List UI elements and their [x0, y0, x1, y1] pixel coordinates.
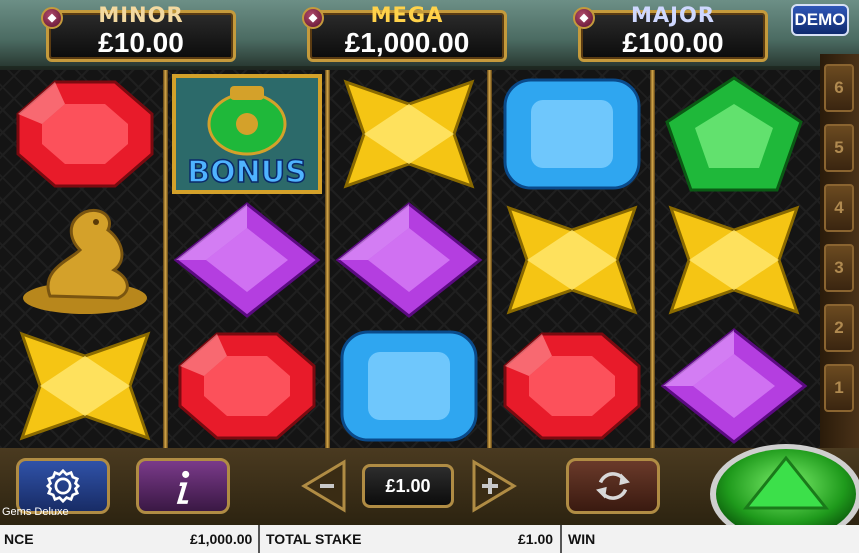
jackpot-minor: ◆ MINOR £10.00 — [41, 3, 236, 62]
plus-arrow-icon — [472, 459, 517, 513]
jackpot-major-title: MAJOR — [631, 3, 715, 27]
reel-divider — [163, 70, 168, 448]
autoplay-button[interactable] — [566, 458, 660, 514]
win-label: WIN — [568, 531, 596, 547]
yellow-gem-symbol — [334, 74, 484, 194]
jackpot-mega-value: £1,000.00 — [344, 27, 470, 58]
reel-grid: BONUS — [0, 70, 820, 448]
red-gem-symbol — [172, 326, 322, 446]
payline-indicator-column: 6 5 4 3 2 1 — [820, 54, 859, 454]
payline-marker-6: 6 — [824, 64, 854, 112]
info-separator — [258, 525, 260, 553]
balance-value: £1,000.00 — [190, 531, 253, 547]
info-button[interactable] — [136, 458, 230, 514]
jackpot-major-value: £100.00 — [622, 27, 724, 58]
decrease-stake-button[interactable] — [298, 458, 348, 514]
info-bar: NCE £1,000.00 TOTAL STAKE £1.00 WIN — [0, 525, 859, 553]
jackpot-mega-title: MEGA — [370, 3, 444, 27]
yellow-gem-symbol — [497, 200, 647, 320]
total-stake-label: TOTAL STAKE — [266, 531, 362, 547]
payline-marker-5: 5 — [824, 124, 854, 172]
purple-gem-symbol — [659, 326, 809, 446]
payline-marker-2: 2 — [824, 304, 854, 352]
slot-game-screen: ◆ MINOR £10.00 ◆ MEGA £1,000.00 ◆ MAJOR … — [0, 0, 859, 553]
balance-label: NCE — [4, 531, 34, 547]
yellow-gem-symbol — [10, 326, 160, 446]
red-gem-symbol — [10, 74, 160, 194]
reel-divider — [487, 70, 492, 448]
demo-button[interactable]: DEMO — [791, 4, 849, 36]
jackpot-minor-title: MINOR — [98, 3, 184, 27]
game-name: Gems Deluxe — [2, 506, 69, 518]
gold-dragon-symbol — [10, 200, 160, 320]
reel-divider — [325, 70, 330, 448]
minus-arrow-icon — [301, 459, 346, 513]
payline-marker-3: 3 — [824, 244, 854, 292]
red-gem-symbol — [497, 326, 647, 446]
total-stake-value: £1.00 — [518, 531, 554, 547]
purple-gem-symbol — [334, 200, 484, 320]
reel-divider — [650, 70, 655, 448]
gear-icon — [45, 468, 81, 504]
green-gem-symbol — [659, 74, 809, 194]
purple-gem-symbol — [172, 200, 322, 320]
svg-text:BONUS: BONUS — [187, 155, 306, 190]
blue-gem-symbol — [334, 326, 484, 446]
jackpot-minor-value: £10.00 — [98, 27, 184, 58]
payline-marker-4: 4 — [824, 184, 854, 232]
payline-marker-1: 1 — [824, 364, 854, 412]
refresh-icon — [596, 472, 630, 500]
jackpot-major: ◆ MAJOR £100.00 — [573, 3, 768, 62]
blue-gem-symbol — [497, 74, 647, 194]
jackpot-bar: ◆ MINOR £10.00 ◆ MEGA £1,000.00 ◆ MAJOR … — [0, 0, 859, 66]
yellow-gem-symbol — [659, 200, 809, 320]
jackpot-mega: ◆ MEGA £1,000.00 — [302, 3, 507, 62]
increase-stake-button[interactable] — [470, 458, 520, 514]
stake-display: £1.00 — [362, 464, 454, 508]
bonus-symbol: BONUS — [172, 74, 322, 194]
info-icon — [176, 470, 190, 504]
info-separator — [560, 525, 562, 553]
